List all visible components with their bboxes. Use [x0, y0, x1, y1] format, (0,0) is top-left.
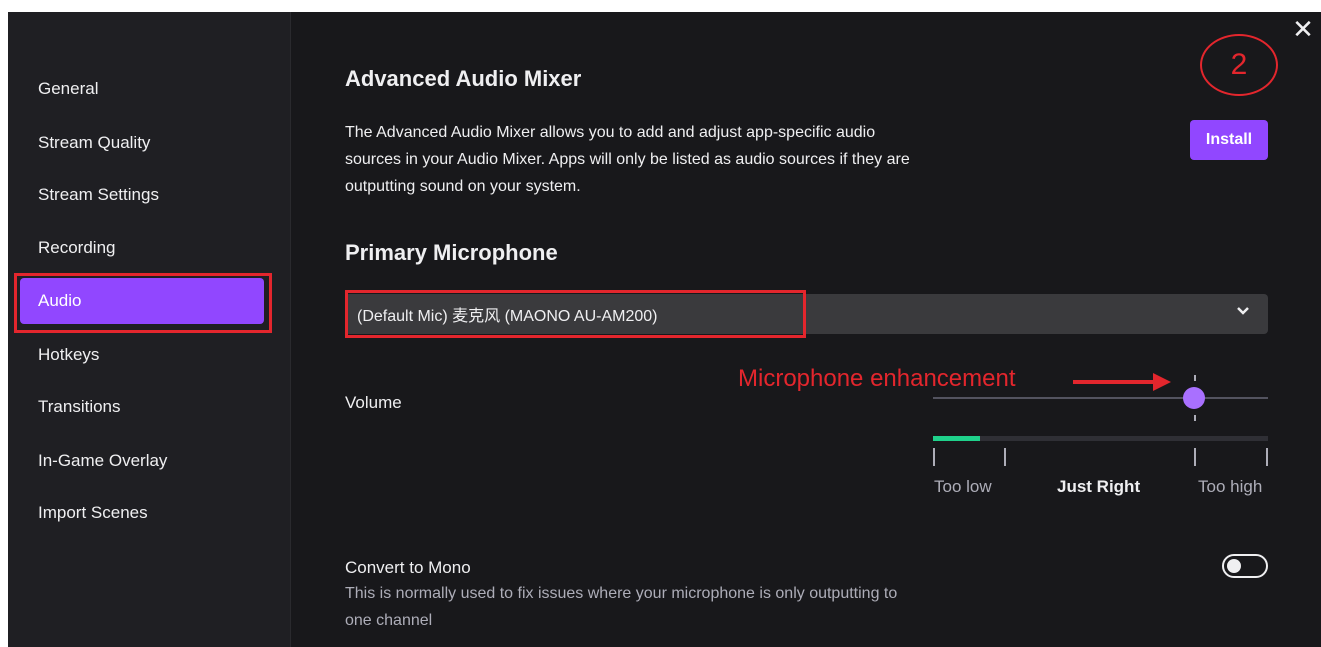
toggle-knob — [1227, 559, 1241, 573]
volume-label: Volume — [345, 393, 402, 412]
sidebar-item-in-game-overlay[interactable]: In-Game Overlay — [20, 438, 264, 484]
primary-microphone-title: Primary Microphone — [345, 240, 558, 265]
convert-mono-description: This is normally used to fix issues wher… — [345, 585, 898, 629]
sidebar-item-hotkeys[interactable]: Hotkeys — [20, 332, 264, 378]
install-button[interactable]: Install — [1190, 120, 1268, 160]
meter-tick-1 — [933, 448, 935, 466]
meter-label-just-right: Just Right — [1057, 477, 1141, 496]
volume-slider-thumb[interactable] — [1183, 387, 1205, 409]
advanced-mixer-description: The Advanced Audio Mixer allows you to a… — [345, 124, 910, 195]
sidebar-item-audio[interactable]: Audio — [20, 278, 264, 324]
sidebar-item-stream-settings[interactable]: Stream Settings — [20, 172, 264, 218]
volume-meter — [933, 436, 1268, 441]
slider-tick-bottom — [1194, 415, 1196, 421]
sidebar-item-import-scenes[interactable]: Import Scenes — [20, 490, 264, 536]
settings-window: General Stream Quality Stream Settings R… — [8, 12, 1321, 647]
meter-tick-2 — [1004, 448, 1006, 466]
sidebar-item-transitions[interactable]: Transitions — [20, 384, 264, 430]
sidebar-item-recording[interactable]: Recording — [20, 225, 264, 271]
volume-meter-fill — [933, 436, 980, 441]
meter-tick-4 — [1266, 448, 1268, 466]
microphone-select[interactable]: (Default Mic) 麦克风 (MAONO AU-AM200) — [345, 294, 1268, 334]
close-icon[interactable]: ✕ — [1290, 16, 1316, 42]
sidebar-item-general[interactable]: General — [20, 66, 264, 112]
sidebar-item-stream-quality[interactable]: Stream Quality — [20, 120, 264, 166]
advanced-mixer-title: Advanced Audio Mixer — [345, 66, 582, 91]
settings-sidebar: General Stream Quality Stream Settings R… — [8, 12, 291, 647]
slider-tick-top — [1194, 375, 1196, 381]
annotation-arrow-icon — [1073, 373, 1171, 391]
annotation-label: Microphone enhancement — [738, 365, 1016, 392]
convert-mono-toggle[interactable] — [1222, 554, 1268, 578]
microphone-select-value: (Default Mic) 麦克风 (MAONO AU-AM200) — [357, 308, 658, 325]
volume-slider-track[interactable] — [933, 397, 1268, 399]
annotation-step-circle: 2 — [1200, 34, 1278, 96]
meter-label-too-low: Too low — [934, 477, 992, 496]
meter-tick-3 — [1194, 448, 1196, 466]
convert-mono-title: Convert to Mono — [345, 558, 471, 577]
chevron-down-icon — [1236, 302, 1250, 323]
meter-label-too-high: Too high — [1198, 477, 1263, 496]
